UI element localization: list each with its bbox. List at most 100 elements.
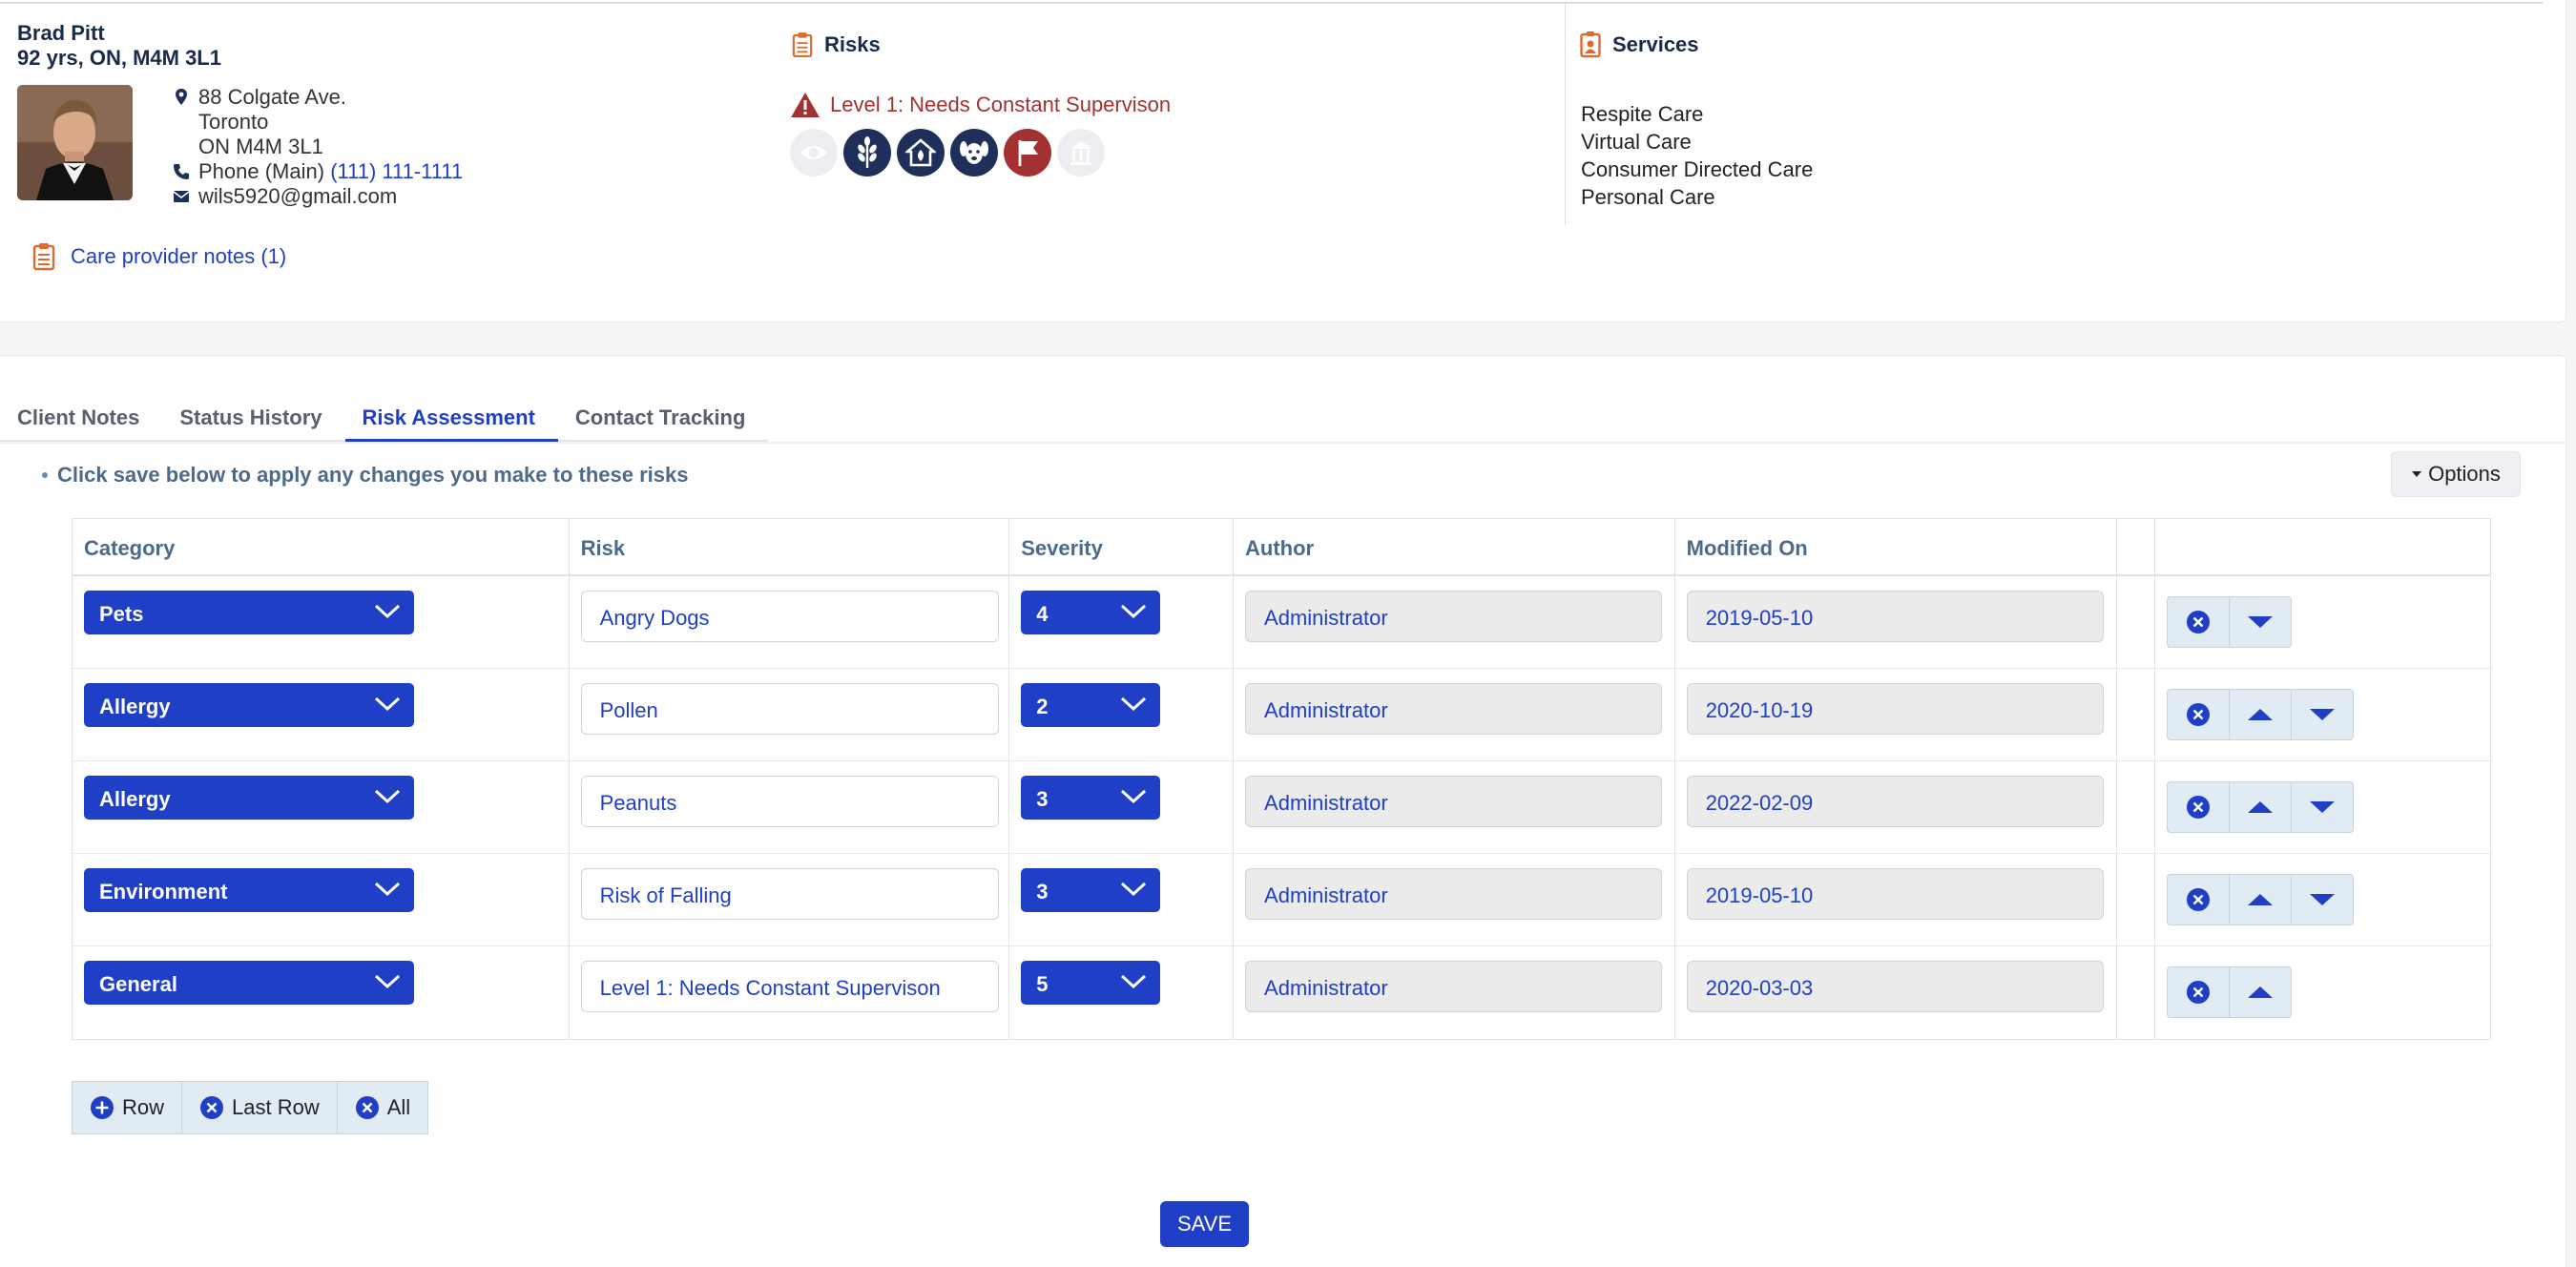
risks-section-title: Risks xyxy=(792,31,881,58)
risk-cell: Risk of Falling xyxy=(570,854,1010,945)
header-risk: Risk xyxy=(570,519,1010,574)
building-icon[interactable] xyxy=(1057,129,1105,177)
move-down-button[interactable] xyxy=(2291,874,2355,925)
tab-contact-tracking[interactable]: Contact Tracking xyxy=(558,390,768,442)
email-address[interactable]: wils5920@gmail.com xyxy=(198,184,397,208)
options-button[interactable]: Options xyxy=(2391,451,2521,497)
category-select[interactable]: Allergy xyxy=(84,776,414,820)
close-circle-icon xyxy=(355,1096,379,1119)
client-summary-card: Brad Pitt 92 yrs, ON, M4M 3L1 88 Colgate… xyxy=(0,0,2566,322)
actions-cell xyxy=(2155,761,2490,853)
category-cell: Allergy xyxy=(73,761,570,853)
author-field: Administrator xyxy=(1245,868,1663,920)
risk-input[interactable]: Level 1: Needs Constant Supervison xyxy=(580,961,999,1012)
triangle-down-icon xyxy=(2310,709,2336,720)
spacer-cell xyxy=(2117,946,2156,1039)
modified-on-field: 2020-03-03 xyxy=(1686,961,2104,1012)
wheat-allergy-icon[interactable] xyxy=(843,129,891,177)
remove-row-button[interactable] xyxy=(2167,874,2231,925)
tab-client-notes[interactable]: Client Notes xyxy=(0,390,162,442)
add-row-button[interactable]: Row xyxy=(72,1081,183,1134)
remove-last-row-label: Last Row xyxy=(232,1095,320,1119)
modified-on-field: 2020-10-19 xyxy=(1686,683,2104,735)
remove-row-button[interactable] xyxy=(2167,966,2231,1018)
category-select[interactable]: Environment xyxy=(84,868,414,912)
severity-cell: 5 xyxy=(1009,946,1235,1039)
table-row: Allergy Pollen 2 Administrator 2020-10-1… xyxy=(73,669,2490,761)
move-down-button[interactable] xyxy=(2229,596,2293,648)
move-up-button[interactable] xyxy=(2229,874,2293,925)
address-city: Toronto xyxy=(198,110,269,134)
move-down-button[interactable] xyxy=(2291,689,2355,740)
remove-row-button[interactable] xyxy=(2167,689,2231,740)
chevron-down-icon xyxy=(1121,974,1147,989)
risk-cell: Peanuts xyxy=(570,761,1010,853)
client-meta: 92 yrs, ON, M4M 3L1 xyxy=(17,46,221,70)
close-circle-icon xyxy=(2187,981,2211,1004)
services-section-title: Services xyxy=(1580,31,1699,58)
remove-row-button[interactable] xyxy=(2167,596,2231,648)
severity-select[interactable]: 4 xyxy=(1021,591,1161,634)
actions-cell xyxy=(2155,946,2490,1039)
risk-input[interactable]: Risk of Falling xyxy=(580,868,999,920)
modified-cell: 2019-05-10 xyxy=(1675,576,2118,668)
section-divider xyxy=(1565,4,1566,225)
risk-table: Category Risk Severity Author Modified O… xyxy=(72,518,2491,1040)
category-select[interactable]: General xyxy=(84,961,414,1005)
close-circle-icon xyxy=(2187,611,2211,634)
modified-cell: 2022-02-09 xyxy=(1675,761,2118,853)
clipboard-icon xyxy=(32,243,55,271)
triangle-up-icon xyxy=(2248,801,2274,813)
category-cell: Pets xyxy=(73,576,570,668)
risk-cell: Level 1: Needs Constant Supervison xyxy=(570,946,1010,1039)
flag-icon[interactable] xyxy=(1004,129,1051,177)
header-modified-on: Modified On xyxy=(1675,519,2118,574)
tab-risk-assessment[interactable]: Risk Assessment xyxy=(344,390,558,442)
service-item: Virtual Care xyxy=(1581,130,1692,154)
phone-link[interactable]: (111) 111-1111 xyxy=(330,159,463,183)
risk-level-text: Level 1: Needs Constant Supervison xyxy=(830,93,1172,116)
risk-cell: Pollen xyxy=(570,669,1010,760)
severity-select[interactable]: 3 xyxy=(1021,776,1161,820)
remove-last-row-button[interactable]: Last Row xyxy=(181,1081,338,1134)
remove-all-label: All xyxy=(386,1095,411,1119)
avatar xyxy=(17,85,133,200)
triangle-up-icon xyxy=(2248,987,2274,998)
move-up-button[interactable] xyxy=(2229,689,2293,740)
spacer-cell xyxy=(2117,761,2156,853)
service-item: Consumer Directed Care xyxy=(1581,157,1814,181)
risk-input[interactable]: Pollen xyxy=(580,683,999,735)
remove-row-button[interactable] xyxy=(2167,781,2231,833)
modified-cell: 2020-10-19 xyxy=(1675,669,2118,760)
severity-cell: 2 xyxy=(1009,669,1235,760)
eye-icon[interactable] xyxy=(790,129,838,177)
care-provider-notes-link[interactable]: Care provider notes (1) xyxy=(32,242,286,271)
dog-icon[interactable] xyxy=(950,129,998,177)
save-button[interactable]: SAVE xyxy=(1160,1201,1249,1247)
severity-value: 5 xyxy=(1036,972,1049,996)
tab-status-history[interactable]: Status History xyxy=(162,390,344,442)
home-environment-icon[interactable] xyxy=(897,129,945,177)
move-up-button[interactable] xyxy=(2229,966,2293,1018)
risk-input[interactable]: Peanuts xyxy=(580,776,999,827)
header-severity: Severity xyxy=(1009,519,1235,574)
chevron-down-icon xyxy=(1121,604,1147,619)
risk-input[interactable]: Angry Dogs xyxy=(580,591,999,642)
header-spacer xyxy=(2117,519,2156,574)
category-value: Allergy xyxy=(99,695,171,718)
category-value: Allergy xyxy=(99,787,171,811)
clipboard-icon xyxy=(792,32,813,58)
move-down-button[interactable] xyxy=(2291,781,2355,833)
category-value: Pets xyxy=(99,602,144,626)
triangle-up-icon xyxy=(2248,894,2274,905)
category-select[interactable]: Allergy xyxy=(84,683,414,727)
plus-circle-icon xyxy=(91,1096,114,1119)
table-row: Allergy Peanuts 3 Administrator 2022-02-… xyxy=(73,761,2490,854)
severity-select[interactable]: 5 xyxy=(1021,961,1161,1005)
risk-icon-row xyxy=(790,129,1105,177)
category-select[interactable]: Pets xyxy=(84,591,414,634)
move-up-button[interactable] xyxy=(2229,781,2293,833)
remove-all-button[interactable]: All xyxy=(336,1081,429,1134)
severity-select[interactable]: 2 xyxy=(1021,683,1161,727)
severity-select[interactable]: 3 xyxy=(1021,868,1161,912)
